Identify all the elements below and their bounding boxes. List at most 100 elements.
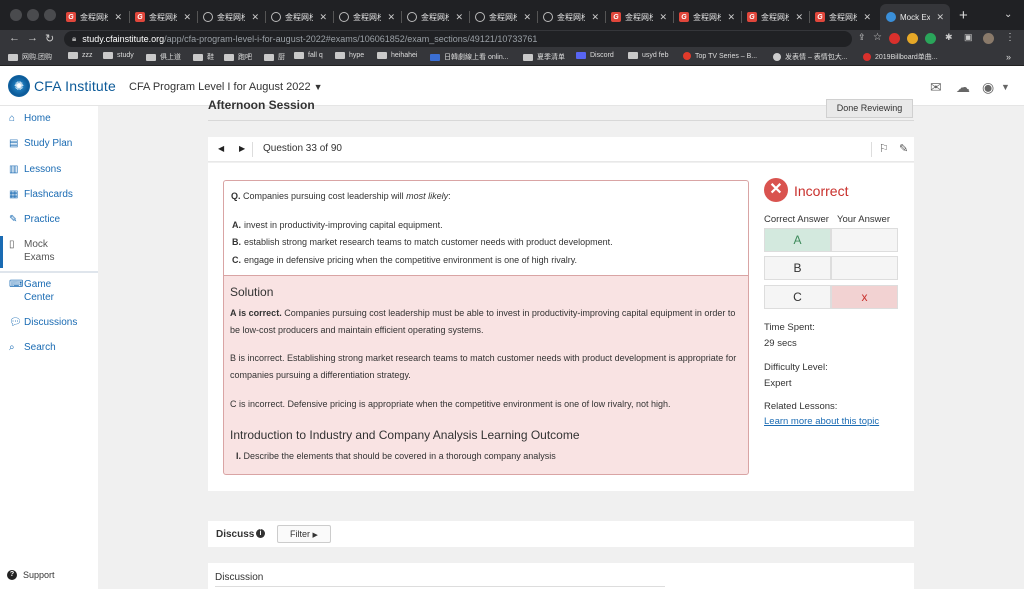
bookmark-item[interactable]: 俱上道	[146, 52, 181, 62]
browser-tab[interactable]: G 金程网校 ✕	[605, 6, 673, 28]
bookmark-item[interactable]: 夏季清单	[523, 52, 565, 62]
folder-icon	[8, 53, 18, 61]
done-reviewing-button[interactable]: Done Reviewing	[826, 99, 913, 118]
extension-icon[interactable]	[889, 33, 900, 44]
next-question-icon[interactable]: ▶	[239, 144, 245, 153]
bookmark-item[interactable]: 网购.团购	[8, 52, 52, 62]
folder-icon	[523, 53, 533, 61]
folder-icon	[377, 52, 387, 59]
info-icon[interactable]: i	[256, 529, 265, 538]
back-arrow-icon[interactable]: ←	[9, 32, 20, 44]
browser-tab[interactable]: 金程网校 ✕	[469, 6, 537, 28]
lock-icon: 🔒︎	[72, 34, 77, 43]
bookmark-item[interactable]: usyd feb	[628, 52, 668, 59]
sidebar-item-search[interactable]: ⌕ Search	[9, 341, 56, 354]
user-account-icon[interactable]: ◉	[982, 79, 994, 96]
bookmark-item[interactable]: Top TV Series – B...	[683, 52, 757, 60]
window-close-icon[interactable]	[10, 9, 22, 21]
tab-close-icon[interactable]: ✕	[387, 12, 395, 23]
filter-button[interactable]: Filter ▶	[277, 525, 331, 543]
share-icon[interactable]: ⇪	[858, 32, 866, 43]
profile-avatar[interactable]	[983, 33, 994, 44]
sidebar-item-game-center[interactable]: ⌨ Game Center	[9, 278, 54, 304]
answer-option-b[interactable]: B. establish strong market research teams…	[232, 237, 613, 247]
sidebar-item-flashcards[interactable]: ▦ Flashcards	[9, 188, 73, 201]
browser-tab[interactable]: G 金程网校 ✕	[60, 6, 128, 28]
answer-option-a[interactable]: A. invest in productivity-improving capit…	[232, 220, 443, 230]
browser-tab[interactable]: G 金程网校 ✕	[129, 6, 197, 28]
sidepanel-icon[interactable]: ▣	[964, 32, 973, 43]
result-status: Incorrect	[794, 183, 849, 199]
bookmark-item[interactable]: heihahei	[377, 52, 417, 59]
tab-close-icon[interactable]: ✕	[319, 12, 327, 23]
caret-down-icon[interactable]: ▼	[1001, 82, 1010, 92]
browser-tab[interactable]: G 金程网校 ✕	[741, 6, 809, 28]
mail-icon[interactable]: ✉	[930, 79, 942, 96]
browser-tab-active[interactable]: Mock Ex ✕	[880, 4, 950, 30]
program-selector[interactable]: CFA Program Level I for August 2022 ▼	[129, 81, 323, 93]
sidebar-item-discussions[interactable]: 💬︎ Discussions	[9, 316, 77, 329]
related-lesson-link[interactable]: Learn more about this topic	[764, 416, 879, 427]
window-zoom-icon[interactable]	[44, 9, 56, 21]
bookmark-item[interactable]: Discord	[576, 52, 614, 59]
answer-option-c[interactable]: C. engage in defensive pricing when the c…	[232, 255, 577, 265]
cfa-logo[interactable]: ✺ CFA Institute	[8, 75, 116, 97]
url-bar[interactable]: 🔒︎ study.cfainstitute.org/app/cfa-progra…	[64, 31, 852, 47]
calendar-icon: ▤	[9, 138, 19, 149]
tab-close-icon[interactable]: ✕	[591, 12, 599, 23]
tab-close-icon[interactable]: ✕	[863, 12, 871, 23]
bookmark-item[interactable]: 鞋	[193, 52, 214, 62]
bookmark-item[interactable]: 厨	[264, 52, 285, 62]
pencil-icon[interactable]: ✎	[899, 142, 908, 155]
bookmark-item[interactable]: 发表情 – 表情包大...	[773, 52, 848, 62]
reload-icon[interactable]: ↻	[45, 32, 54, 45]
browser-tab[interactable]: 金程网校 ✕	[265, 6, 333, 28]
your-answer-header: Your Answer	[837, 214, 890, 225]
window-minimize-icon[interactable]	[27, 9, 39, 21]
browser-tab[interactable]: G 金程网校 ✕	[673, 6, 741, 28]
sidebar-item-home[interactable]: ⌂ Home	[9, 112, 51, 125]
bookmarks-overflow-icon[interactable]: »	[1006, 52, 1011, 62]
support-link[interactable]: ? Support	[7, 570, 55, 580]
puzzle-icon[interactable]: ✱	[945, 32, 953, 43]
bookmark-item[interactable]: study	[103, 52, 134, 59]
bookmark-item[interactable]: 跑吧	[224, 52, 252, 62]
browser-tab[interactable]: 金程网校 ✕	[197, 6, 265, 28]
sidebar-item-practice[interactable]: ✎ Practice	[9, 213, 60, 226]
bookmark-star-icon[interactable]: ☆	[873, 32, 882, 43]
browser-tab[interactable]: 金程网校 ✕	[537, 6, 605, 28]
bookmark-item[interactable]: zzz	[68, 52, 93, 59]
tab-close-icon[interactable]: ✕	[659, 12, 667, 23]
bookmark-item[interactable]: 日韓劇線上看 onlin...	[430, 52, 509, 62]
new-tab-icon[interactable]: +	[959, 7, 968, 24]
bookmark-item[interactable]: hype	[335, 52, 364, 59]
tab-close-icon[interactable]: ✕	[795, 12, 803, 23]
tab-favicon-icon: G	[679, 12, 689, 22]
bookmark-item[interactable]: 2019Billboard单曲...	[863, 52, 938, 62]
browser-tab[interactable]: G 金程网校 ✕	[809, 6, 877, 28]
tab-close-icon[interactable]: ✕	[936, 12, 944, 23]
tab-close-icon[interactable]: ✕	[183, 12, 191, 23]
tomato-icon	[683, 52, 691, 60]
tab-close-icon[interactable]: ✕	[523, 12, 531, 23]
forward-arrow-icon[interactable]: →	[27, 32, 38, 44]
browser-tab[interactable]: 金程网校 ✕	[333, 6, 401, 28]
tab-close-icon[interactable]: ✕	[251, 12, 259, 23]
cloud-check-icon[interactable]: ☁	[956, 79, 970, 96]
tab-close-icon[interactable]: ✕	[727, 12, 735, 23]
tab-close-icon[interactable]: ✕	[114, 12, 122, 23]
tab-close-icon[interactable]: ✕	[455, 12, 463, 23]
chevron-down-icon[interactable]: ⌄	[1004, 9, 1012, 20]
sidebar-item-study-plan[interactable]: ▤ Study Plan	[9, 137, 72, 150]
bookmark-icon[interactable]: ⚐	[879, 142, 889, 155]
globe-icon	[773, 53, 781, 61]
browser-tab[interactable]: 金程网校 ✕	[401, 6, 469, 28]
extension-icon[interactable]	[907, 33, 918, 44]
tab-favicon-icon	[203, 12, 213, 22]
sidebar-item-mock-exams[interactable]: ▯ Mock Exams	[0, 236, 55, 268]
extension-icon[interactable]	[925, 33, 936, 44]
sidebar-item-lessons[interactable]: ▥ Lessons	[9, 163, 61, 176]
prev-question-icon[interactable]: ◀	[218, 144, 224, 153]
more-menu-icon[interactable]: ⋮	[1005, 32, 1015, 43]
bookmark-item[interactable]: fall q	[294, 52, 323, 59]
